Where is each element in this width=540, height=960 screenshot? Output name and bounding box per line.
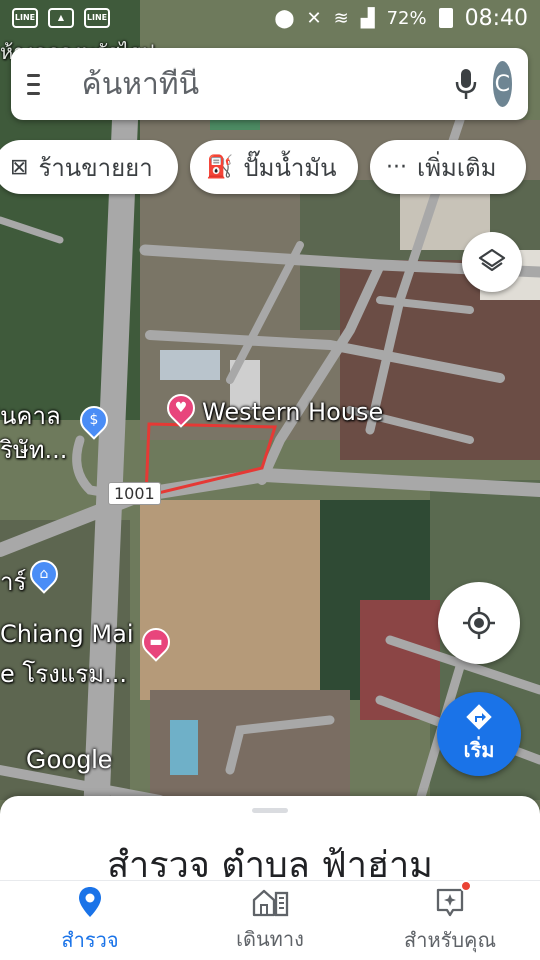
- layers-icon: [478, 248, 506, 272]
- for-you-icon-wrap: [434, 879, 472, 918]
- nav-go-label: เดินทาง: [236, 926, 304, 951]
- mute-icon: ✕: [306, 7, 322, 29]
- wifi-icon: ≋: [333, 7, 349, 29]
- start-label: เริ่ม: [463, 738, 495, 762]
- status-bar: LINE ▲ LINE ⬤ ✕ ≋ ▟ 72% 08:40: [0, 0, 540, 36]
- clock: 08:40: [464, 5, 528, 31]
- start-navigation-button[interactable]: เริ่ม: [437, 692, 521, 776]
- map-label-bank-line2[interactable]: ริษัท...: [0, 430, 67, 469]
- location-pin-icon: [79, 886, 101, 917]
- bottom-navigation: สำรวจ เดินทาง สำหรับคุณ: [0, 879, 540, 960]
- chip-more[interactable]: ··· เพิ่มเติม: [370, 140, 526, 194]
- pharmacy-icon: ⊠: [10, 154, 29, 180]
- more-icon: ···: [386, 154, 407, 180]
- chip-pharmacy[interactable]: ⊠ ร้านขายยา: [0, 140, 178, 194]
- notification-icons: LINE ▲ LINE: [12, 8, 110, 28]
- nav-explore[interactable]: สำรวจ: [0, 881, 180, 960]
- google-logo: Google: [26, 744, 113, 774]
- layers-button[interactable]: [462, 232, 522, 292]
- crosshair-icon: [463, 607, 495, 639]
- nav-for-you[interactable]: สำหรับคุณ: [360, 879, 540, 960]
- gas-station-icon: ⛽: [206, 154, 234, 180]
- explore-sheet[interactable]: สำรวจ ตำบล ฟ้าฮ่าม: [0, 796, 540, 892]
- line-icon: LINE: [12, 8, 38, 28]
- sheet-drag-handle[interactable]: [252, 808, 288, 813]
- chip-more-label: เพิ่มเติม: [416, 153, 497, 182]
- chip-gas-station[interactable]: ⛽ ปั๊มน้ำมัน: [190, 140, 358, 194]
- nav-for-you-label: สำหรับคุณ: [404, 927, 496, 952]
- chip-gas-station-label: ปั๊มน้ำมัน: [243, 153, 337, 182]
- system-icons: ⬤ ✕ ≋ ▟ 72% 08:40: [274, 6, 528, 31]
- map-label-shop[interactable]: าร์: [0, 562, 26, 601]
- search-input[interactable]: [81, 66, 455, 102]
- map-label-western-house[interactable]: Western House: [202, 398, 383, 426]
- nav-go[interactable]: เดินทาง: [180, 881, 360, 960]
- battery-icon: [438, 8, 453, 28]
- microphone-icon[interactable]: [455, 64, 477, 104]
- menu-icon[interactable]: [27, 73, 40, 95]
- road-number-shield: 1001: [108, 482, 161, 505]
- battery-percent: 72%: [386, 7, 427, 29]
- commute-icon: [252, 889, 289, 916]
- map-label-hotel-line1[interactable]: Chiang Mai: [0, 620, 134, 648]
- nav-explore-label: สำรวจ: [61, 927, 119, 952]
- directions-icon: [466, 704, 492, 730]
- search-bar[interactable]: C: [11, 48, 528, 120]
- avatar[interactable]: C: [492, 61, 512, 107]
- chip-pharmacy-label: ร้านขายยา: [38, 153, 153, 182]
- signal-icon: ▟: [360, 7, 375, 29]
- map-label-hotel-line2[interactable]: e โรงแรม...: [0, 654, 127, 693]
- my-location-button[interactable]: [438, 582, 520, 664]
- notification-dot: [460, 879, 472, 892]
- line-icon: LINE: [84, 8, 110, 28]
- location-status-icon: ⬤: [274, 7, 295, 29]
- gallery-icon: ▲: [48, 8, 74, 28]
